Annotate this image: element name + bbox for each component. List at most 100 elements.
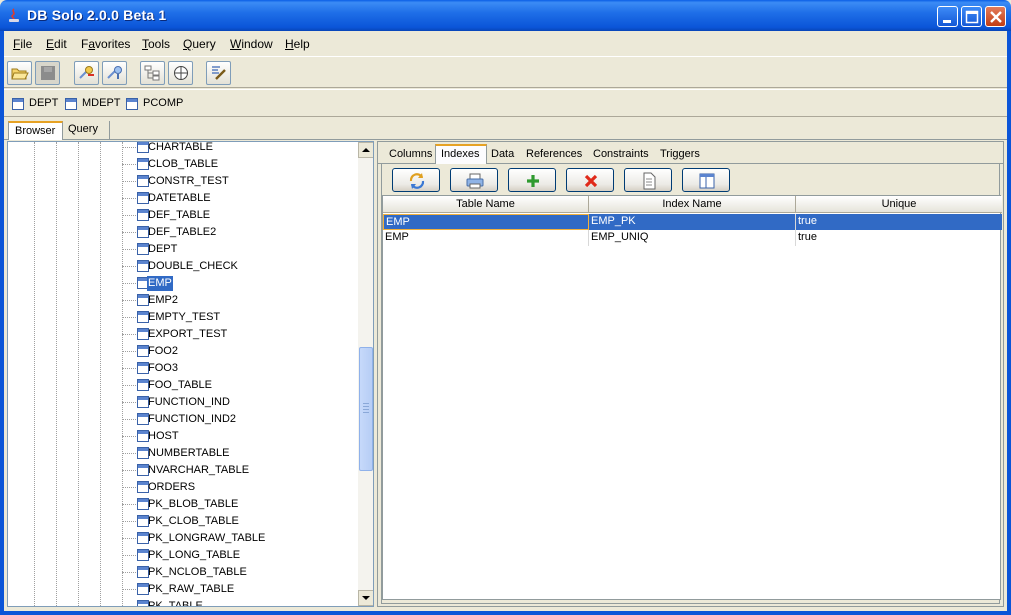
print-button[interactable] bbox=[450, 168, 498, 192]
tree-connector bbox=[122, 555, 136, 556]
tree-item-label: CLOB_TABLE bbox=[148, 158, 219, 170]
refresh-button[interactable] bbox=[392, 168, 440, 192]
table-cell[interactable]: EMP bbox=[383, 230, 589, 246]
tree-connector bbox=[122, 181, 136, 182]
tree-item[interactable]: EXPORT_TEST bbox=[8, 326, 358, 343]
open-button[interactable] bbox=[7, 61, 32, 85]
tab-indexes[interactable]: Indexes bbox=[435, 144, 487, 164]
scroll-up-button[interactable] bbox=[358, 142, 373, 158]
disconnect-button[interactable] bbox=[102, 61, 127, 85]
tree-item[interactable]: DATETABLE bbox=[8, 190, 358, 207]
column-header-unique[interactable]: Unique bbox=[796, 196, 1002, 213]
menu-bar: File Edit Favorites Tools Query Window H… bbox=[4, 31, 1007, 55]
tree-connector bbox=[122, 351, 136, 352]
tree-item[interactable]: FOO_TABLE bbox=[8, 377, 358, 394]
tree-item[interactable]: PK_LONG_TABLE bbox=[8, 547, 358, 564]
tree-item[interactable]: PK_NCLOB_TABLE bbox=[8, 564, 358, 581]
tree-item[interactable]: PK_BLOB_TABLE bbox=[8, 496, 358, 513]
tree-item[interactable]: FUNCTION_IND2 bbox=[8, 411, 358, 428]
menu-window[interactable]: Window bbox=[230, 37, 273, 51]
tab-triggers[interactable]: Triggers bbox=[655, 146, 707, 164]
maximize-button[interactable] bbox=[961, 6, 982, 27]
tree-item-label: PK_CLOB_TABLE bbox=[148, 515, 239, 527]
tree-item[interactable]: PK_CLOB_TABLE bbox=[8, 513, 358, 530]
minimize-icon bbox=[943, 20, 951, 23]
tree-scrollbar[interactable] bbox=[358, 142, 373, 606]
tree-item[interactable]: FOO3 bbox=[8, 360, 358, 377]
tree-item-label: FUNCTION_IND2 bbox=[148, 413, 237, 425]
tree-item[interactable]: PK_TABLE bbox=[8, 598, 358, 606]
menu-edit[interactable]: Edit bbox=[46, 37, 67, 51]
tree-connector bbox=[122, 300, 136, 301]
tree-connector bbox=[122, 487, 136, 488]
tree-item[interactable]: CLOB_TABLE bbox=[8, 156, 358, 173]
table-cell[interactable]: EMP bbox=[383, 214, 589, 230]
tree-item-label: FOO_TABLE bbox=[148, 379, 212, 391]
index-properties-button[interactable] bbox=[624, 168, 672, 192]
tree-item[interactable]: NVARCHAR_TABLE bbox=[8, 462, 358, 479]
tree-item[interactable]: EMPTY_TEST bbox=[8, 309, 358, 326]
menu-help[interactable]: Help bbox=[285, 37, 310, 51]
tree-item[interactable]: DOUBLE_CHECK bbox=[8, 258, 358, 275]
scroll-thumb[interactable] bbox=[359, 347, 373, 471]
tab-constraints[interactable]: Constraints bbox=[588, 146, 656, 164]
refresh-icon bbox=[409, 173, 425, 189]
column-header-table-name[interactable]: Table Name bbox=[383, 196, 589, 213]
arrow-down-icon bbox=[362, 596, 370, 600]
tree-connector bbox=[122, 215, 136, 216]
table-cell[interactable]: true bbox=[796, 214, 1002, 230]
menu-tools[interactable]: Tools bbox=[142, 37, 170, 51]
tree-item[interactable]: EMP bbox=[8, 275, 358, 292]
connect-icon bbox=[79, 66, 94, 79]
tree-item[interactable]: NUMBERTABLE bbox=[8, 445, 358, 462]
tree-connector bbox=[122, 572, 136, 573]
tree-item[interactable]: ORDERS bbox=[8, 479, 358, 496]
menu-file[interactable]: File bbox=[13, 37, 32, 51]
grid-button[interactable] bbox=[168, 61, 193, 85]
sql-editor-button[interactable] bbox=[206, 61, 231, 85]
tab-data[interactable]: Data bbox=[486, 146, 523, 164]
columns-layout-button[interactable] bbox=[682, 168, 730, 192]
tree-item[interactable]: FUNCTION_IND bbox=[8, 394, 358, 411]
table-row[interactable]: EMP EMP_PK true bbox=[383, 214, 1002, 230]
tree-item-label: PK_LONG_TABLE bbox=[148, 549, 241, 561]
tree-item[interactable]: EMP2 bbox=[8, 292, 358, 309]
schema-browser-button[interactable] bbox=[140, 61, 165, 85]
scroll-down-button[interactable] bbox=[358, 590, 373, 606]
tree-item[interactable]: DEPT bbox=[8, 241, 358, 258]
add-index-button[interactable] bbox=[508, 168, 556, 192]
tree-item[interactable]: FOO2 bbox=[8, 343, 358, 360]
tree-connector bbox=[122, 521, 136, 522]
tree-item[interactable]: HOST bbox=[8, 428, 358, 445]
close-button[interactable] bbox=[985, 6, 1006, 27]
table-cell[interactable]: EMP_PK bbox=[589, 214, 796, 230]
tab-query[interactable]: Query bbox=[62, 121, 110, 140]
drop-index-button[interactable] bbox=[566, 168, 614, 192]
tree-item[interactable]: DEF_TABLE bbox=[8, 207, 358, 224]
tree-item-label: EMP bbox=[147, 276, 173, 291]
tree-connector bbox=[122, 453, 136, 454]
menu-favorites[interactable]: Favorites bbox=[81, 37, 130, 51]
minimize-button[interactable] bbox=[937, 6, 958, 27]
tab-references[interactable]: References bbox=[521, 146, 590, 164]
tree-item[interactable]: PK_RAW_TABLE bbox=[8, 581, 358, 598]
tree-item[interactable]: PK_LONGRAW_TABLE bbox=[8, 530, 358, 547]
grip-icon bbox=[363, 403, 369, 413]
tree-item-label: DOUBLE_CHECK bbox=[148, 260, 238, 272]
tab-columns[interactable]: Columns bbox=[384, 146, 436, 164]
menu-query[interactable]: Query bbox=[183, 37, 216, 51]
connect-button[interactable] bbox=[74, 61, 99, 85]
main-tabs: Browser Query bbox=[4, 118, 1007, 140]
tree-item[interactable]: CONSTR_TEST bbox=[8, 173, 358, 190]
save-button[interactable] bbox=[35, 61, 60, 85]
indexes-table[interactable]: Table Name Index Name Unique EMP EMP_PK … bbox=[382, 195, 1002, 600]
schema-tree[interactable]: CHARTABLE CLOB_TABLE CONSTR_TEST DATETABLE D… bbox=[7, 141, 374, 607]
tree-connector bbox=[122, 249, 136, 250]
column-header-index-name[interactable]: Index Name bbox=[589, 196, 796, 213]
tree-item[interactable]: CHARTABLE bbox=[8, 142, 358, 156]
table-cell[interactable]: EMP_UNIQ bbox=[589, 230, 796, 246]
tab-browser[interactable]: Browser bbox=[8, 121, 63, 140]
tree-item[interactable]: DEF_TABLE2 bbox=[8, 224, 358, 241]
table-row[interactable]: EMP EMP_UNIQ true bbox=[383, 230, 1002, 246]
table-cell[interactable]: true bbox=[796, 230, 1002, 246]
